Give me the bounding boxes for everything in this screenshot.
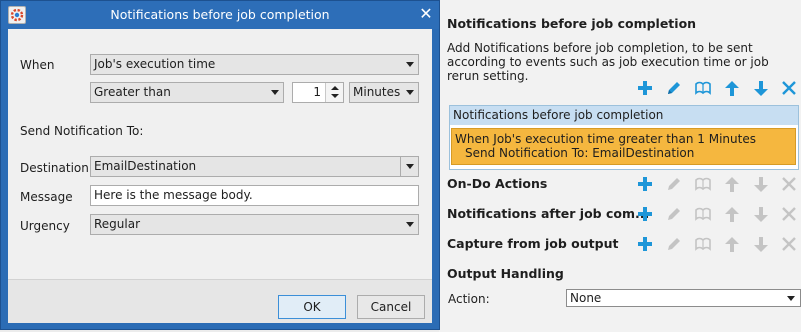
chevron-down-icon — [406, 164, 414, 169]
condition-select-value: Greater than — [94, 85, 171, 99]
move-down-icon[interactable] — [751, 78, 771, 98]
destination-combobox[interactable]: EmailDestination — [90, 156, 419, 177]
move-up-icon — [722, 204, 742, 224]
panel-description: Add Notifications before job completion,… — [447, 41, 769, 83]
condition-select[interactable]: Greater than — [90, 82, 284, 103]
output-handling-title: Output Handling — [447, 266, 564, 281]
edit-icon[interactable] — [664, 78, 684, 98]
add-icon[interactable] — [635, 234, 655, 254]
delete-icon — [779, 234, 799, 254]
message-label: Message — [20, 190, 73, 204]
chevron-down-icon — [406, 90, 414, 95]
duplicate-icon — [693, 174, 713, 194]
action-select-value: None — [570, 291, 602, 305]
unit-select-value: Minutes — [353, 85, 401, 99]
list-item-condition: When Job's execution time greater than 1… — [455, 132, 756, 146]
destination-dropdown-button[interactable] — [400, 157, 418, 176]
action-label: Action: — [448, 292, 490, 306]
message-input[interactable]: Here is the message body. — [90, 185, 419, 206]
unit-select[interactable]: Minutes — [349, 82, 419, 103]
destination-label: Destination — [20, 161, 89, 175]
ok-button[interactable]: OK — [278, 295, 346, 319]
urgency-label: Urgency — [20, 219, 70, 233]
move-up-icon — [722, 174, 742, 194]
urgency-select-value: Regular — [94, 217, 141, 231]
notifications-list: Notifications before job completion When… — [449, 105, 799, 170]
move-down-icon — [751, 234, 771, 254]
add-icon[interactable] — [635, 174, 655, 194]
chevron-down-icon — [406, 62, 414, 67]
edit-icon — [664, 174, 684, 194]
chevron-down-icon — [271, 90, 279, 95]
list-header: Notifications before job completion — [450, 106, 798, 125]
urgency-select[interactable]: Regular — [90, 214, 419, 235]
send-to-label: Send Notification To: — [20, 124, 144, 138]
chevron-down-icon — [406, 222, 414, 227]
delete-icon — [779, 204, 799, 224]
duplicate-icon — [693, 204, 713, 224]
section-label: Notifications after job com... — [447, 206, 650, 221]
panel-title: Notifications before job completion — [447, 16, 697, 31]
add-icon[interactable] — [635, 204, 655, 224]
delete-icon[interactable] — [779, 78, 799, 98]
amount-value: 1 — [313, 85, 321, 99]
when-select[interactable]: Job's execution time — [90, 54, 419, 75]
edit-icon — [664, 204, 684, 224]
section-capture-output: Capture from job output — [439, 232, 801, 256]
move-up-icon[interactable] — [722, 78, 742, 98]
when-select-value: Job's execution time — [94, 57, 216, 71]
dialog-title: Notifications before job completion — [110, 7, 330, 22]
message-value: Here is the message body. — [94, 188, 253, 202]
section-notifications-after: Notifications after job com... — [439, 202, 801, 226]
increment-icon[interactable] — [331, 86, 339, 90]
list-item[interactable]: When Job's execution time greater than 1… — [451, 128, 796, 165]
duplicate-icon — [693, 234, 713, 254]
duplicate-icon[interactable] — [693, 78, 713, 98]
action-select[interactable]: None — [566, 289, 801, 307]
destination-value: EmailDestination — [94, 159, 197, 173]
delete-icon — [779, 174, 799, 194]
section-label: Capture from job output — [447, 236, 619, 251]
dialog-body: When Job's execution time Greater than 1… — [8, 29, 432, 323]
amount-stepper[interactable]: 1 — [292, 82, 344, 103]
dialog-titlebar[interactable]: Notifications before job completion ✕ — [1, 1, 439, 29]
stepper-buttons — [325, 83, 343, 102]
list-item-destination: Send Notification To: EmailDestination — [465, 146, 695, 160]
section-on-do-actions: On-Do Actions — [439, 172, 801, 196]
notification-dialog: Notifications before job completion ✕ Wh… — [0, 0, 440, 330]
cancel-button[interactable]: Cancel — [357, 295, 425, 319]
decrement-icon[interactable] — [331, 94, 339, 98]
chevron-down-icon — [787, 296, 795, 301]
move-down-icon — [751, 174, 771, 194]
move-down-icon — [751, 204, 771, 224]
close-icon[interactable]: ✕ — [415, 3, 437, 25]
when-label: When — [20, 58, 55, 72]
move-up-icon — [722, 234, 742, 254]
add-icon[interactable] — [635, 78, 655, 98]
section-label: On-Do Actions — [447, 176, 548, 191]
edit-icon — [664, 234, 684, 254]
notifications-panel: Notifications before job completion Add … — [439, 0, 801, 332]
